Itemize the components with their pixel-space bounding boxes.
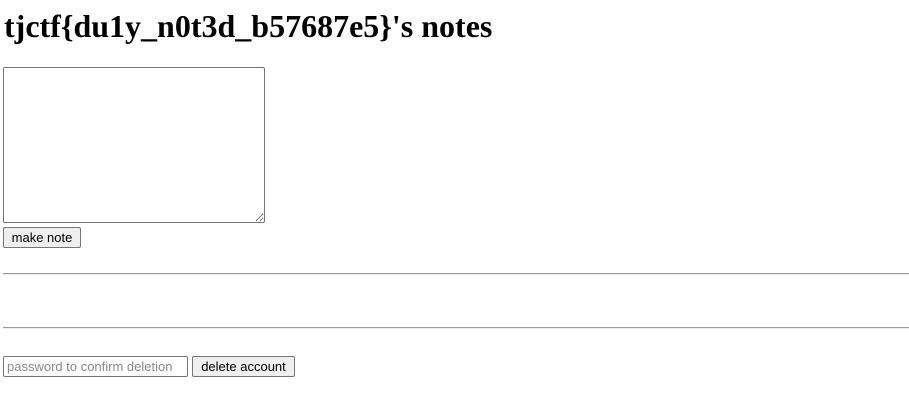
note-form: make note (3, 67, 265, 248)
divider-bottom (3, 327, 909, 329)
divider-top (3, 273, 909, 275)
make-note-button[interactable]: make note (3, 227, 81, 248)
delete-account-form: delete account (3, 356, 295, 377)
delete-account-button[interactable]: delete account (192, 356, 295, 377)
note-textarea[interactable] (3, 67, 265, 223)
page-title: tjctf{du1y_n0t3d_b57687e5}'s notes (4, 8, 493, 44)
password-confirm-input[interactable] (3, 356, 188, 377)
